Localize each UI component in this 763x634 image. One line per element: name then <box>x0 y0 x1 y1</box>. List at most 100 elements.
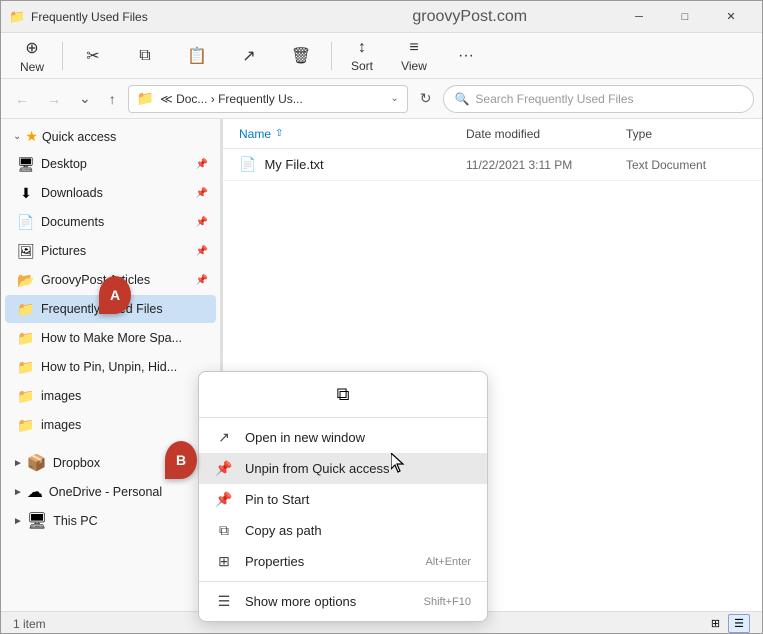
item-count: 1 item <box>13 617 46 631</box>
view-list-button[interactable]: ☰ <box>728 614 750 633</box>
sidebar-item-how-to-1[interactable]: 📁 How to Make More Spa... <box>5 324 216 352</box>
separator-2 <box>331 42 332 70</box>
close-button[interactable]: ✕ <box>708 1 754 33</box>
ctx-top-icon: ⧉ <box>337 384 350 405</box>
show-more-icon: ☰ <box>215 593 233 610</box>
column-name[interactable]: Name ⇧ <box>239 127 466 141</box>
window-title: Frequently Used Files <box>31 10 324 24</box>
address-bar: ← → ⌄ ↑ 📁 ≪ Doc... › Frequently Us... ⌄ … <box>1 79 762 119</box>
sidebar-item-documents[interactable]: 📄 Documents 📌 <box>5 208 216 236</box>
search-box[interactable]: 🔍 Search Frequently Used Files <box>443 85 754 113</box>
maximize-button[interactable]: □ <box>662 1 708 33</box>
copy-button[interactable]: ⧉ <box>120 36 170 76</box>
dropbox-icon: 📦 <box>27 453 47 473</box>
ctx-pin-to-start[interactable]: 📌 Pin to Start <box>199 484 487 515</box>
column-type[interactable]: Type <box>626 127 746 141</box>
more-button[interactable]: ··· <box>441 36 491 76</box>
column-date-label: Date modified <box>466 127 540 141</box>
minimize-button[interactable]: ─ <box>616 1 662 33</box>
ctx-show-more-label: Show more options <box>245 594 412 609</box>
ctx-open-new-window[interactable]: ↗ Open in new window <box>199 422 487 453</box>
sidebar-item-images-2[interactable]: 📁 images <box>5 411 216 439</box>
delete-icon: 🗑 <box>291 46 311 66</box>
quick-access-header[interactable]: ⌄ ★ Quick access <box>5 124 216 149</box>
sort-button[interactable]: ↕ Sort <box>337 36 387 76</box>
unpin-icon: 📌 <box>215 460 233 477</box>
copy-path-icon: ⧉ <box>215 522 233 539</box>
documents-icon: 📄 <box>17 214 35 231</box>
file-icon: 📄 <box>239 156 256 173</box>
thispc-header[interactable]: ► 🖥 This PC <box>5 507 216 535</box>
desktop-icon: 🖥 <box>17 156 35 173</box>
ctx-separator-top <box>199 417 487 418</box>
pictures-icon: 🖼 <box>17 243 35 260</box>
folder-icon-1: 📁 <box>17 330 35 347</box>
pin-icon: 📌 <box>196 246 208 257</box>
ctx-show-more-shortcut: Shift+F10 <box>424 596 471 608</box>
ctx-copy-path[interactable]: ⧉ Copy as path <box>199 515 487 546</box>
up-button[interactable]: ↑ <box>103 87 122 111</box>
view-grid-button[interactable]: ⊞ <box>705 614 726 633</box>
copy-icon: ⧉ <box>139 47 150 65</box>
cut-button[interactable]: ✂ <box>68 36 118 76</box>
share-button[interactable]: ↗ <box>224 36 274 76</box>
images-icon-2: 📁 <box>17 417 35 434</box>
address-path[interactable]: 📁 ≪ Doc... › Frequently Us... ⌄ <box>128 85 408 113</box>
thispc-chevron: ► <box>13 516 23 527</box>
groovypost-icon: 📂 <box>17 272 35 289</box>
file-date-cell: 11/22/2021 3:11 PM <box>466 158 626 172</box>
view-button[interactable]: ≡ View <box>389 36 439 76</box>
sidebar-item-desktop[interactable]: 🖥 Desktop 📌 <box>5 150 216 178</box>
onedrive-label: OneDrive - Personal <box>49 485 162 499</box>
column-name-label: Name <box>239 127 271 141</box>
pin-icon: 📌 <box>196 159 208 170</box>
view-label: View <box>401 59 427 73</box>
freq-used-icon: 📁 <box>17 301 35 318</box>
search-placeholder: Search Frequently Used Files <box>475 92 633 106</box>
ctx-properties-label: Properties <box>245 554 413 569</box>
table-row[interactable]: 📄 My File.txt 11/22/2021 3:11 PM Text Do… <box>223 149 762 181</box>
folder-icon-2: 📁 <box>17 359 35 376</box>
sidebar-item-how-to-2[interactable]: 📁 How to Pin, Unpin, Hid... <box>5 353 216 381</box>
onedrive-header[interactable]: ► ☁ OneDrive - Personal <box>5 478 216 506</box>
cut-icon: ✂ <box>86 46 99 66</box>
recent-button[interactable]: ⌄ <box>73 86 97 111</box>
images-icon-1: 📁 <box>17 388 35 405</box>
back-button[interactable]: ← <box>9 87 35 111</box>
view-toggle: ⊞ ☰ <box>705 614 750 633</box>
paste-button[interactable]: 📋 <box>172 36 222 76</box>
file-name-label: My File.txt <box>264 157 323 172</box>
column-type-label: Type <box>626 127 652 141</box>
file-type-cell: Text Document <box>626 158 746 172</box>
path-text: ≪ Doc... › Frequently Us... <box>160 92 303 106</box>
sidebar: ⌄ ★ Quick access 🖥 Desktop 📌 ⬇ Downloads… <box>1 119 221 611</box>
column-date[interactable]: Date modified <box>466 127 626 141</box>
thispc-icon: 🖥 <box>27 511 47 531</box>
pin-icon: 📌 <box>196 217 208 228</box>
pin-icon: 📌 <box>196 188 208 199</box>
ctx-unpin-quick-access[interactable]: 📌 Unpin from Quick access <box>199 453 487 484</box>
window-icon: 📁 <box>9 9 25 25</box>
path-icon: 📁 <box>137 90 154 107</box>
badge-b: B <box>165 441 197 479</box>
delete-button[interactable]: 🗑 <box>276 36 326 76</box>
sidebar-item-images-1[interactable]: 📁 images <box>5 382 216 410</box>
sort-arrow-icon: ⇧ <box>275 128 283 139</box>
sidebar-item-pictures[interactable]: 🖼 Pictures 📌 <box>5 237 216 265</box>
sort-label: Sort <box>351 59 373 73</box>
forward-button[interactable]: → <box>41 87 67 111</box>
ctx-open-new-window-label: Open in new window <box>245 430 471 445</box>
ctx-properties-shortcut: Alt+Enter <box>425 556 471 568</box>
ctx-pin-start-label: Pin to Start <box>245 492 471 507</box>
ctx-show-more[interactable]: ☰ Show more options Shift+F10 <box>199 586 487 617</box>
new-button[interactable]: ⊕ New <box>7 36 57 76</box>
onedrive-icon: ☁ <box>27 482 43 502</box>
thispc-label: This PC <box>53 514 97 528</box>
context-menu: ⧉ ↗ Open in new window 📌 Unpin from Quic… <box>198 371 488 622</box>
sidebar-item-downloads[interactable]: ⬇ Downloads 📌 <box>5 179 216 207</box>
ctx-properties[interactable]: ⊞ Properties Alt+Enter <box>199 546 487 577</box>
quick-access-chevron: ⌄ <box>13 131 21 142</box>
downloads-icon: ⬇ <box>17 185 35 202</box>
refresh-button[interactable]: ↻ <box>414 86 438 111</box>
search-icon: 🔍 <box>454 92 469 106</box>
